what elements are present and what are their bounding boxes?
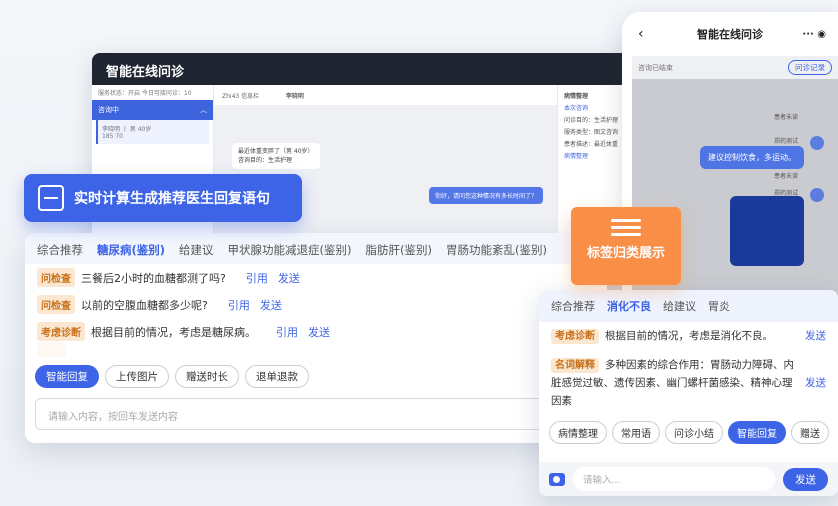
patient-note: 患者未读 <box>773 114 798 121</box>
send-link[interactable]: 发送 <box>308 324 330 340</box>
patient-line: 李晓明 丨 男 40岁 <box>102 126 152 133</box>
message-input[interactable]: 请输入内容，按回车发送内容 <box>35 398 597 430</box>
chevron-up-icon: ︿ <box>200 106 207 114</box>
tab-consulting[interactable]: 咨询中 ︿ <box>92 100 213 120</box>
tag-panel: 综合推荐 消化不良 给建议 胃炎 考虑诊断 根据目前的情况，考虑是消化不良。 发送… <box>539 290 838 496</box>
realtime-badge-label: 实时计算生成推荐医生回复语句 <box>74 191 270 207</box>
reply-text: 以前的空腹血糖都多少呢? <box>81 298 208 312</box>
desktop-title: 智能在线问诊 <box>92 53 652 85</box>
list-item: 问检查 三餐后2小时的血糖都测了吗? 引用 发送 <box>25 264 607 291</box>
smart-reply-chip[interactable]: 智能回复 <box>728 420 786 444</box>
back-icon[interactable]: ‹ <box>638 26 644 42</box>
quote-link[interactable]: 引用 <box>246 270 268 286</box>
record-button[interactable]: 问诊记录 <box>788 60 832 75</box>
send-link[interactable]: 发送 <box>278 270 300 286</box>
patient-card[interactable]: 李晓明 丨 男 40岁 185 70 <box>96 120 209 144</box>
category-tag: 问检查 <box>37 268 75 287</box>
quick-chips: 智能回复 上传图片 赠送时长 退单退款 <box>25 359 607 394</box>
send-link[interactable]: 发送 <box>800 356 826 411</box>
list-item: 问检查 以前的空腹血糖都多少呢? 引用 发送 <box>25 291 607 318</box>
tab-diabetes[interactable]: 糖尿病(鉴别) <box>97 242 165 258</box>
consult-ended: 咨询已结束 <box>638 63 673 72</box>
input-bar: 请输入... 发送 <box>539 462 838 496</box>
category-tag: 考虑诊断 <box>37 322 85 341</box>
category-tag: 考虑诊断 <box>551 329 599 344</box>
doctor-reply: 建议控制饮食，多运动。 <box>700 146 804 169</box>
quote-link[interactable]: 引用 <box>276 324 298 340</box>
phone-title: 智能在线问诊 <box>697 28 763 41</box>
list-icon <box>611 219 641 236</box>
quote-link[interactable]: 引用 <box>228 297 250 313</box>
list-item-faded <box>25 342 607 359</box>
doctor-name: 郑药测试 <box>773 138 798 145</box>
send-button[interactable]: 发送 <box>783 467 828 491</box>
reply-text: 根据目前的情况，考虑是消化不良。 <box>605 330 773 342</box>
more-icon[interactable]: ··· ◉ <box>802 29 826 40</box>
case-summary-chip[interactable]: 病情整理 <box>549 420 607 444</box>
list-item: 名词解释 多种因素的综合作用：胃肠动力障碍、内脏感觉过敏、遗传因素、幽门螺杆菌感染… <box>539 351 838 416</box>
list-item: 考虑诊断 根据目前的情况，考虑是糖尿病。 引用 发送 <box>25 318 607 345</box>
doctor-message: 你好，请问您这种情况有多长时间了？ <box>428 187 543 204</box>
tab-gi-disorder[interactable]: 胃肠功能紊乱(鉴别) <box>446 242 547 258</box>
upload-image-chip[interactable]: 上传图片 <box>105 365 169 388</box>
tab-hypothyroid[interactable]: 甲状腺功能减退症(鉴别) <box>228 242 352 258</box>
send-link[interactable]: 发送 <box>260 297 282 313</box>
patient-extra: 185 70 <box>102 133 123 140</box>
category-tag: 名词解释 <box>551 357 599 373</box>
tab-advice[interactable]: 给建议 <box>663 298 696 314</box>
tag-classify-badge: 标签归类展示 <box>571 207 681 285</box>
tab-overall[interactable]: 综合推荐 <box>37 242 83 258</box>
camera-icon[interactable] <box>549 472 565 486</box>
doctor-avatar <box>810 188 824 202</box>
tab-gastritis[interactable]: 胃炎 <box>708 298 730 314</box>
common-phrase-chip[interactable]: 常用语 <box>612 420 660 444</box>
patient-message: 最近体重变胖了（男 40岁） 咨询目的：生活护理 <box>232 143 320 169</box>
tag-classify-label: 标签归类展示 <box>586 246 665 261</box>
category-tag: 问检查 <box>37 295 75 314</box>
realtime-badge: 实时计算生成推荐医生回复语句 <box>24 174 302 222</box>
tag-tabs: 综合推荐 消化不良 给建议 胃炎 <box>539 290 838 322</box>
message-input[interactable]: 请输入... <box>573 467 775 491</box>
service-status: 服务状态：开启 今日可接问诊：10 <box>98 90 192 97</box>
tab-overall[interactable]: 综合推荐 <box>551 298 595 314</box>
recommend-tabs: 综合推荐 糖尿病(鉴别) 给建议 甲状腺功能减退症(鉴别) 脂肪肝(鉴别) 胃肠… <box>25 233 607 264</box>
scan-icon <box>38 185 64 211</box>
gift-chip[interactable]: 赠送 <box>791 420 829 444</box>
image-message[interactable] <box>730 196 804 266</box>
smart-reply-chip[interactable]: 智能回复 <box>35 365 99 388</box>
reply-text: 三餐后2小时的血糖都测了吗? <box>81 271 226 285</box>
recommend-panel: 综合推荐 糖尿病(鉴别) 给建议 甲状腺功能减退症(鉴别) 脂肪肝(鉴别) 胃肠… <box>25 233 607 443</box>
tab-advice[interactable]: 给建议 <box>179 242 214 258</box>
doctor-avatar <box>810 136 824 150</box>
tab-fatty-liver[interactable]: 脂肪肝(鉴别) <box>366 242 432 258</box>
reply-text: 根据目前的情况，考虑是糖尿病。 <box>91 325 256 339</box>
tab-dyspepsia[interactable]: 消化不良 <box>607 298 651 314</box>
send-link[interactable]: 发送 <box>800 327 826 346</box>
list-item: 考虑诊断 根据目前的情况，考虑是消化不良。 发送 <box>539 322 838 351</box>
tag-chips: 病情整理 常用语 问诊小结 智能回复 赠送 <box>539 416 838 449</box>
gift-time-chip[interactable]: 赠送时长 <box>175 365 239 388</box>
consult-summary-chip[interactable]: 问诊小结 <box>665 420 723 444</box>
refund-chip[interactable]: 退单退款 <box>245 365 309 388</box>
chat-header: Zhi43 信息栏 李晓明 <box>214 85 557 105</box>
patient-note: 患者未读 <box>773 173 798 180</box>
